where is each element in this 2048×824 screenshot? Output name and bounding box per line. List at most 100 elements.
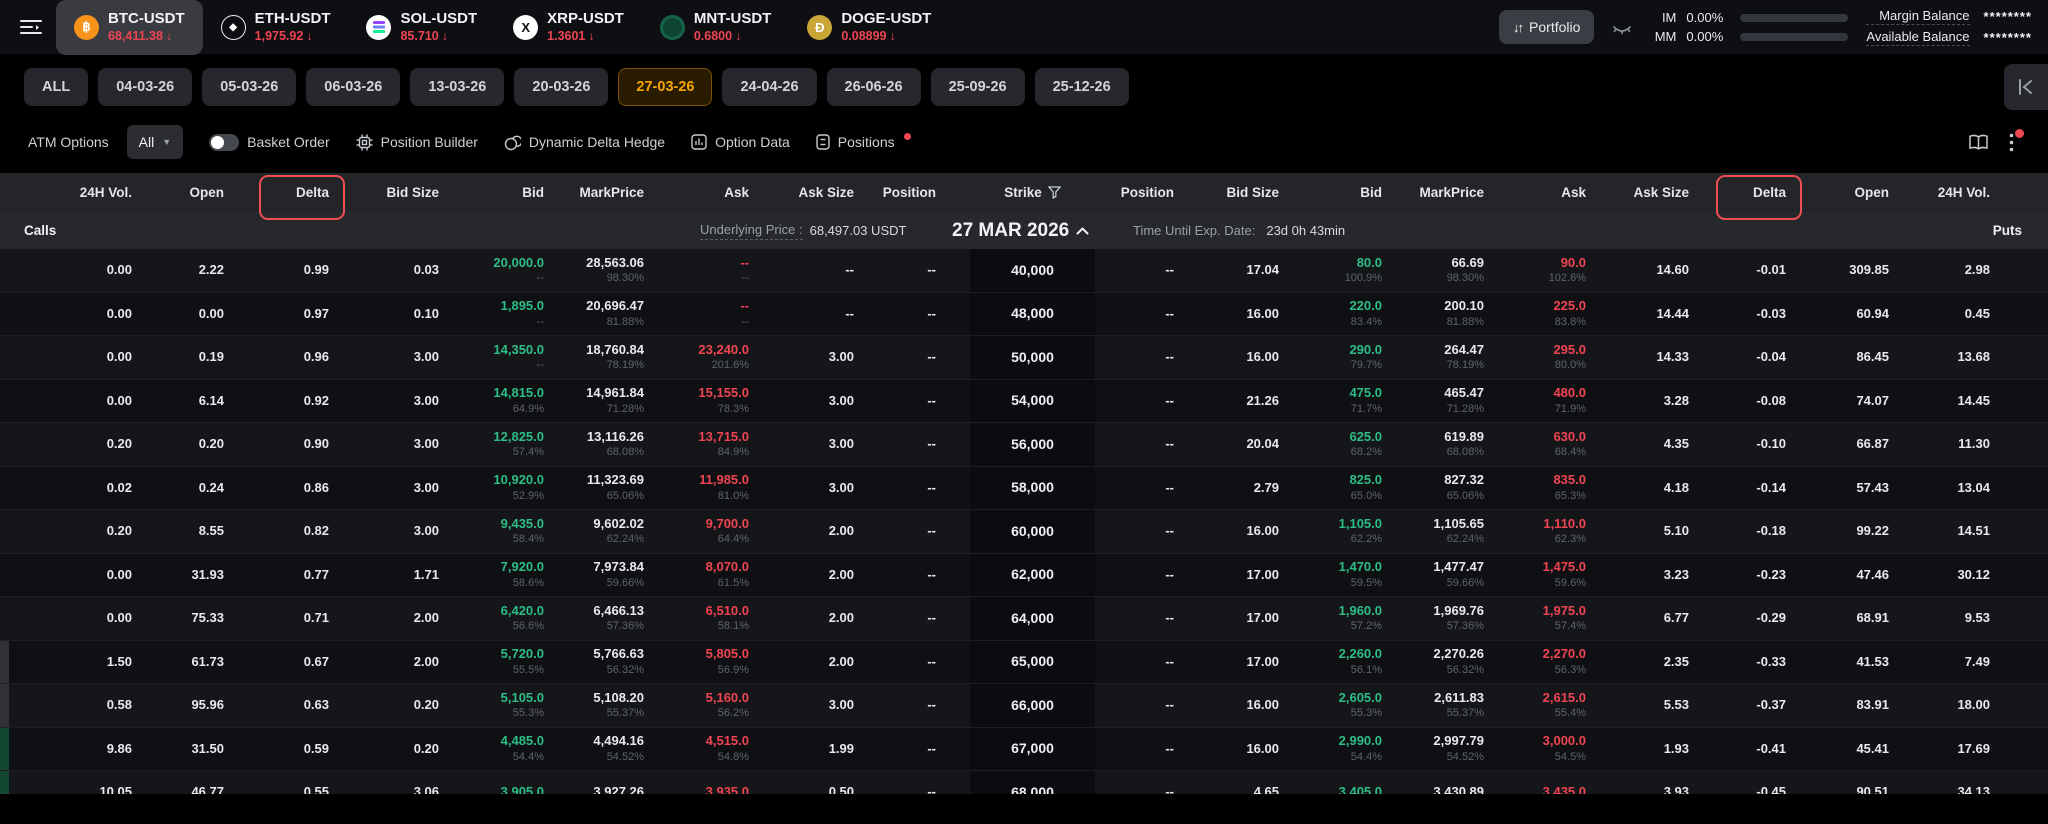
expiry-date-tab[interactable]: 25-12-26 <box>1035 68 1129 106</box>
option-chain-row[interactable]: 0.00 2.22 0.99 0.03 20,000.0-- 28,563.06… <box>0 249 2048 293</box>
basket-order-toggle[interactable]: Basket Order <box>209 134 329 151</box>
calls-ask-cell[interactable]: 6,510.058.1% <box>670 597 775 640</box>
collapse-panel-button[interactable] <box>2004 64 2048 110</box>
calls-bid-cell[interactable]: 10,920.052.9% <box>465 467 570 510</box>
puts-bid-cell[interactable]: 3,405.0 <box>1305 771 1408 794</box>
calls-ask-cell[interactable]: ---- <box>670 293 775 336</box>
calls-bid-cell[interactable]: 14,350.0-- <box>465 336 570 379</box>
option-chain-row[interactable]: 0.00 0.19 0.96 3.00 14,350.0-- 18,760.84… <box>0 336 2048 380</box>
expiry-date-tab[interactable]: 20-03-26 <box>514 68 608 106</box>
calls-ask-cell[interactable]: 5,805.056.9% <box>670 641 775 684</box>
calls-ask-cell[interactable]: 15,155.078.3% <box>670 380 775 423</box>
puts-ask-cell[interactable]: 2,615.055.4% <box>1510 684 1612 727</box>
puts-bid-cell[interactable]: 625.068.2% <box>1305 423 1408 466</box>
ticker-tab[interactable]: Ð DOGE-USDT 0.08899↓ <box>789 0 949 55</box>
calls-ask-cell[interactable]: 5,160.056.2% <box>670 684 775 727</box>
puts-ask-cell[interactable]: 2,270.056.3% <box>1510 641 1612 684</box>
calls-bid-cell[interactable]: 5,720.055.5% <box>465 641 570 684</box>
option-chain-row[interactable]: 9.86 31.50 0.59 0.20 4,485.054.4% 4,494.… <box>0 728 2048 772</box>
option-chain-row[interactable]: 0.58 95.96 0.63 0.20 5,105.055.3% 5,108.… <box>0 684 2048 728</box>
option-chain-row[interactable]: 0.00 75.33 0.71 2.00 6,420.056.6% 6,466.… <box>0 597 2048 641</box>
puts-bid-cell[interactable]: 2,260.056.1% <box>1305 641 1408 684</box>
puts-bid-cell[interactable]: 825.065.0% <box>1305 467 1408 510</box>
expiry-date-tab[interactable]: 05-03-26 <box>202 68 296 106</box>
calls-ask-cell[interactable]: 11,985.081.0% <box>670 467 775 510</box>
calls-bid-cell[interactable]: 4,485.054.4% <box>465 728 570 771</box>
puts-ask-cell[interactable]: 225.083.8% <box>1510 293 1612 336</box>
atm-options-select[interactable]: All▼ <box>127 125 183 159</box>
calls-bid-cell[interactable]: 20,000.0-- <box>465 249 570 292</box>
calls-bid-cell[interactable]: 9,435.058.4% <box>465 510 570 553</box>
puts-ask-cell[interactable]: 835.065.3% <box>1510 467 1612 510</box>
option-chain-row[interactable]: 0.20 8.55 0.82 3.00 9,435.058.4% 9,602.0… <box>0 510 2048 554</box>
puts-bid-cell[interactable]: 80.0100.9% <box>1305 249 1408 292</box>
puts-ask-cell[interactable]: 1,110.062.3% <box>1510 510 1612 553</box>
expiry-date-tab[interactable]: 27-03-26 <box>618 68 712 106</box>
menu-icon[interactable] <box>14 10 48 44</box>
option-chain-row[interactable]: 1.50 61.73 0.67 2.00 5,720.055.5% 5,766.… <box>0 641 2048 685</box>
puts-ask-cell[interactable]: 480.071.9% <box>1510 380 1612 423</box>
ticker-price: 68,411.38↓ <box>108 29 172 45</box>
puts-ask-cell[interactable]: 3,000.054.5% <box>1510 728 1612 771</box>
option-data-button[interactable]: Option Data <box>691 134 790 150</box>
expiry-date-tab[interactable]: ALL <box>24 68 88 106</box>
calls-ask-cell[interactable]: ---- <box>670 249 775 292</box>
ticker-tab[interactable]: ◆ ETH-USDT 1,975.92↓ <box>203 0 349 55</box>
option-chain-row[interactable]: 0.00 0.00 0.97 0.10 1,895.0-- 20,696.478… <box>0 293 2048 337</box>
expiry-date-tab[interactable]: 24-04-26 <box>722 68 816 106</box>
calls-ask-cell[interactable]: 13,715.084.9% <box>670 423 775 466</box>
more-menu-icon[interactable] <box>2009 133 2024 152</box>
calls-bid-cell[interactable]: 7,920.058.6% <box>465 554 570 597</box>
option-chain-row[interactable]: 0.20 0.20 0.90 3.00 12,825.057.4% 13,116… <box>0 423 2048 467</box>
puts-bid-cell[interactable]: 290.079.7% <box>1305 336 1408 379</box>
calls-bid-cell[interactable]: 14,815.064.9% <box>465 380 570 423</box>
calls-bid-cell[interactable]: 5,105.055.3% <box>465 684 570 727</box>
calls-ask-cell[interactable]: 4,515.054.8% <box>670 728 775 771</box>
ticker-tab[interactable]: MNT-USDT 0.6800↓ <box>642 0 790 55</box>
book-icon[interactable] <box>1968 134 1989 151</box>
ticker-tab[interactable]: SOL-USDT 85.710↓ <box>348 0 495 55</box>
puts-ask-cell[interactable]: 1,975.057.4% <box>1510 597 1612 640</box>
ticker-tab[interactable]: ฿ BTC-USDT 68,411.38↓ <box>56 0 203 55</box>
puts-bid-cell[interactable]: 1,960.057.2% <box>1305 597 1408 640</box>
toggle-off-icon[interactable] <box>209 134 239 151</box>
dynamic-delta-hedge-button[interactable]: Dynamic Delta Hedge <box>504 134 665 151</box>
calls-ask-cell[interactable]: 9,700.064.4% <box>670 510 775 553</box>
calls-ask-cell[interactable]: 23,240.0201.6% <box>670 336 775 379</box>
expiry-date-tab[interactable]: 26-06-26 <box>827 68 921 106</box>
puts-ask-cell[interactable]: 3,435.0 <box>1510 771 1612 794</box>
positions-button[interactable]: Positions <box>816 134 911 150</box>
puts-bid-cell[interactable]: 2,990.054.4% <box>1305 728 1408 771</box>
eye-hidden-icon[interactable] <box>1612 18 1632 36</box>
puts-ask-cell[interactable]: 90.0102.6% <box>1510 249 1612 292</box>
strike-cell: 40,000 <box>970 249 1095 292</box>
puts-mark-price-cell: 1,477.4759.66% <box>1408 554 1510 597</box>
expiry-date-tab[interactable]: 13-03-26 <box>410 68 504 106</box>
ticker-tab[interactable]: X XRP-USDT 1.3601↓ <box>495 0 642 55</box>
puts-bid-cell[interactable]: 1,470.059.5% <box>1305 554 1408 597</box>
puts-ask-cell[interactable]: 295.080.0% <box>1510 336 1612 379</box>
calls-ask-cell[interactable]: 3,935.0 <box>670 771 775 794</box>
puts-bid-cell[interactable]: 2,605.055.3% <box>1305 684 1408 727</box>
puts-bid-cell[interactable]: 220.083.4% <box>1305 293 1408 336</box>
option-chain-row[interactable]: 0.00 6.14 0.92 3.00 14,815.064.9% 14,961… <box>0 380 2048 424</box>
expiry-date-tab[interactable]: 04-03-26 <box>98 68 192 106</box>
strike-filter-icon[interactable] <box>1048 186 1061 199</box>
calls-bid-cell[interactable]: 3,905.0 <box>465 771 570 794</box>
puts-ask-cell[interactable]: 630.068.4% <box>1510 423 1612 466</box>
portfolio-button[interactable]: ↓↑ Portfolio <box>1499 10 1594 44</box>
option-chain-row[interactable]: 10.05 46.77 0.55 3.06 3,905.0 3,927.26 3… <box>0 771 2048 794</box>
calls-bid-cell[interactable]: 6,420.056.6% <box>465 597 570 640</box>
option-chain-row[interactable]: 0.02 0.24 0.86 3.00 10,920.052.9% 11,323… <box>0 467 2048 511</box>
calls-bid-cell[interactable]: 1,895.0-- <box>465 293 570 336</box>
position-builder-button[interactable]: Position Builder <box>356 134 478 151</box>
expiry-group-header[interactable]: 27 MAR 2026 <box>952 212 1089 249</box>
calls-ask-cell[interactable]: 8,070.061.5% <box>670 554 775 597</box>
expiry-date-tab[interactable]: 25-09-26 <box>931 68 1025 106</box>
puts-bid-cell[interactable]: 1,105.062.2% <box>1305 510 1408 553</box>
expiry-date-tab[interactable]: 06-03-26 <box>306 68 400 106</box>
puts-ask-cell[interactable]: 1,475.059.6% <box>1510 554 1612 597</box>
puts-bid-cell[interactable]: 475.071.7% <box>1305 380 1408 423</box>
calls-bid-cell[interactable]: 12,825.057.4% <box>465 423 570 466</box>
option-chain-row[interactable]: 0.00 31.93 0.77 1.71 7,920.058.6% 7,973.… <box>0 554 2048 598</box>
